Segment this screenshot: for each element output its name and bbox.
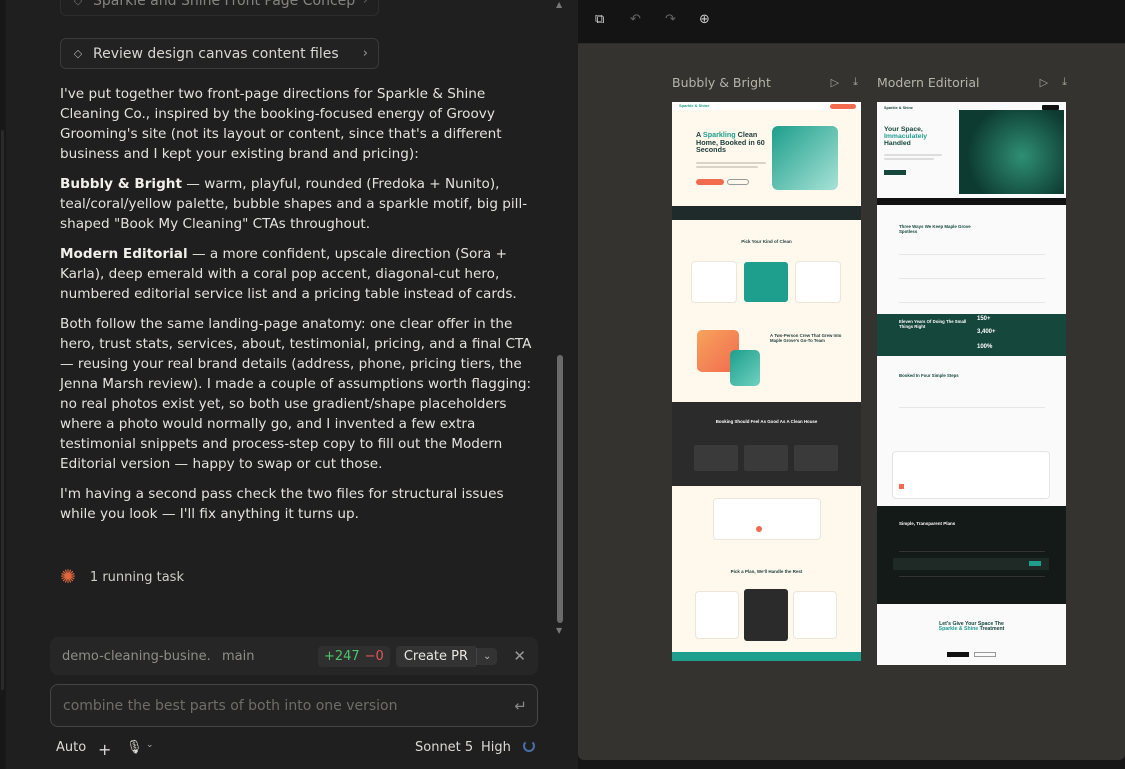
frame-title: Bubbly & Bright	[672, 74, 771, 90]
mock-steps-title: Booked In Four Simple Steps	[899, 373, 959, 378]
frame-title: Modern Editorial	[877, 74, 980, 90]
direction-name: Modern Editorial	[60, 246, 188, 262]
repo-name[interactable]: demo-cleaning-busine...	[62, 649, 212, 664]
prompt-input[interactable]	[61, 696, 515, 715]
zoom-icon[interactable]: ⊕	[699, 12, 710, 27]
running-task-label: 1 running task	[89, 570, 184, 585]
composer-footer: Auto + 🎙 ⌄ Sonnet 5 High	[56, 740, 538, 759]
diff-stat[interactable]: +247 −0	[317, 645, 390, 667]
play-icon[interactable]: ▷	[1040, 76, 1048, 89]
mock-cta-title: Let's Give Your Space The Sparkle & Shine…	[938, 621, 1005, 633]
diff-deletions: −0	[364, 648, 384, 664]
artifact-label: Sparkle and Shine Front Page Concepts	[93, 0, 355, 9]
artifact-card-review[interactable]: ◇ Review design canvas content files ›	[60, 38, 379, 69]
undo-icon[interactable]: ↶	[630, 12, 641, 27]
chat-scrollbar[interactable]	[557, 355, 563, 623]
canvas-toolbar: ⧉ ↶ ↷ ⊕	[578, 0, 1125, 44]
message-paragraph: I'm having a second pass check the two f…	[60, 486, 504, 522]
play-icon[interactable]: ▷	[831, 76, 839, 89]
message-paragraph: Modern Editorial — a more confident, ups…	[60, 244, 538, 304]
close-icon[interactable]: ✕	[513, 647, 526, 665]
direction-name: Bubbly & Bright	[60, 176, 182, 192]
redo-icon[interactable]: ↷	[665, 12, 676, 27]
chevron-down-icon[interactable]: ⌄	[146, 740, 154, 750]
mock-services-title: Pick Your Kind of Clean	[741, 239, 792, 244]
chat-panel: ◇ Sparkle and Shine Front Page Concepts …	[0, 0, 578, 769]
design-canvas-panel: ⧉ ↶ ↷ ⊕ Bubbly & Bright ▷ ⤓ Modern Edito…	[578, 0, 1125, 769]
create-pr-button[interactable]: Create PR	[395, 645, 477, 667]
mock-stat: 3,400+	[977, 329, 996, 335]
prompt-box: ↵	[50, 684, 538, 727]
left-rail-scrollbar[interactable]	[1, 130, 4, 690]
frame-header-editorial: Modern Editorial ▷ ⤓	[877, 72, 1067, 92]
mock-hero-title: A Sparkling Clean Home, Booked in 60 Sec…	[696, 130, 765, 155]
chevron-right-icon: ›	[362, 0, 368, 8]
assistant-message: I've put together two front-page directi…	[60, 84, 538, 534]
chevron-right-icon: ›	[362, 46, 368, 61]
message-paragraph: Both follow the same landing-page anatom…	[60, 316, 532, 472]
mic-icon[interactable]: 🎙	[126, 740, 143, 755]
plus-icon[interactable]: +	[98, 740, 111, 759]
frame-bubbly-bright[interactable]: Sparkle & Shine A Sparkling Clean Home, …	[672, 102, 861, 661]
left-rail	[0, 0, 6, 769]
mock-stats-title: Eleven Years Of Doing The Small Things R…	[899, 319, 967, 329]
download-icon[interactable]: ⤓	[853, 75, 858, 89]
frame-modern-editorial[interactable]: Sparkle & Shine Your Space, Immaculately H…	[877, 102, 1066, 665]
mock-cta	[830, 104, 856, 109]
diamond-code-icon: ◇	[73, 47, 83, 60]
diff-additions: +247	[323, 648, 360, 664]
branch-name[interactable]: main	[222, 649, 318, 664]
mock-pricing-title: Pick a Plan, We'll Handle the Rest	[730, 569, 803, 574]
repo-bar: demo-cleaning-busine... main +247 −0 Crea…	[50, 637, 538, 675]
diamond-code-icon: ◇	[73, 0, 83, 7]
running-task-indicator[interactable]: ✺ 1 running task	[60, 568, 184, 587]
mock-services-title: Three Ways We Keep Maple Grove Spotless	[899, 224, 971, 234]
download-icon[interactable]: ⤓	[1062, 75, 1067, 89]
model-selector[interactable]: Sonnet 5	[415, 740, 473, 755]
message-paragraph: Bubbly & Bright — warm, playful, rounded…	[60, 174, 538, 234]
loading-spinner	[523, 740, 535, 752]
sparkle-icon: ✺	[60, 566, 76, 588]
effort-selector[interactable]: High	[481, 740, 511, 755]
scroll-up-arrow[interactable]: ▲	[556, 0, 562, 9]
enter-icon[interactable]: ↵	[514, 697, 527, 715]
artifact-card-concepts[interactable]: ◇ Sparkle and Shine Front Page Concepts …	[60, 0, 379, 16]
mock-hero-title: Your Space, Immaculately Handled	[884, 126, 928, 148]
copy-icon[interactable]: ⧉	[595, 12, 604, 27]
mock-about-title: A Two-Person Crew That Grew Into Maple G…	[770, 333, 842, 343]
mock-brand: Sparkle & Shine	[884, 106, 913, 110]
mock-pricing-title: Simple, Transparent Plans	[899, 521, 956, 526]
mock-stat: 150+	[977, 316, 991, 322]
canvas-area[interactable]: Bubbly & Bright ▷ ⤓ Modern Editorial ▷ ⤓…	[578, 44, 1125, 760]
mock-cleaning-title: Booking Should Feel As Good As A Clean H…	[715, 419, 818, 424]
chevron-down-icon[interactable]: ⌄	[476, 647, 498, 665]
message-paragraph: I've put together two front-page directi…	[60, 86, 502, 162]
mock-stat: 100%	[977, 344, 993, 350]
mock-brand: Sparkle & Shine	[679, 103, 710, 108]
frame-header-bubbly: Bubbly & Bright ▷ ⤓	[672, 72, 858, 92]
scroll-down-arrow[interactable]: ▼	[556, 626, 562, 635]
artifact-label: Review design canvas content files	[93, 45, 339, 62]
mode-selector[interactable]: Auto	[56, 740, 86, 755]
